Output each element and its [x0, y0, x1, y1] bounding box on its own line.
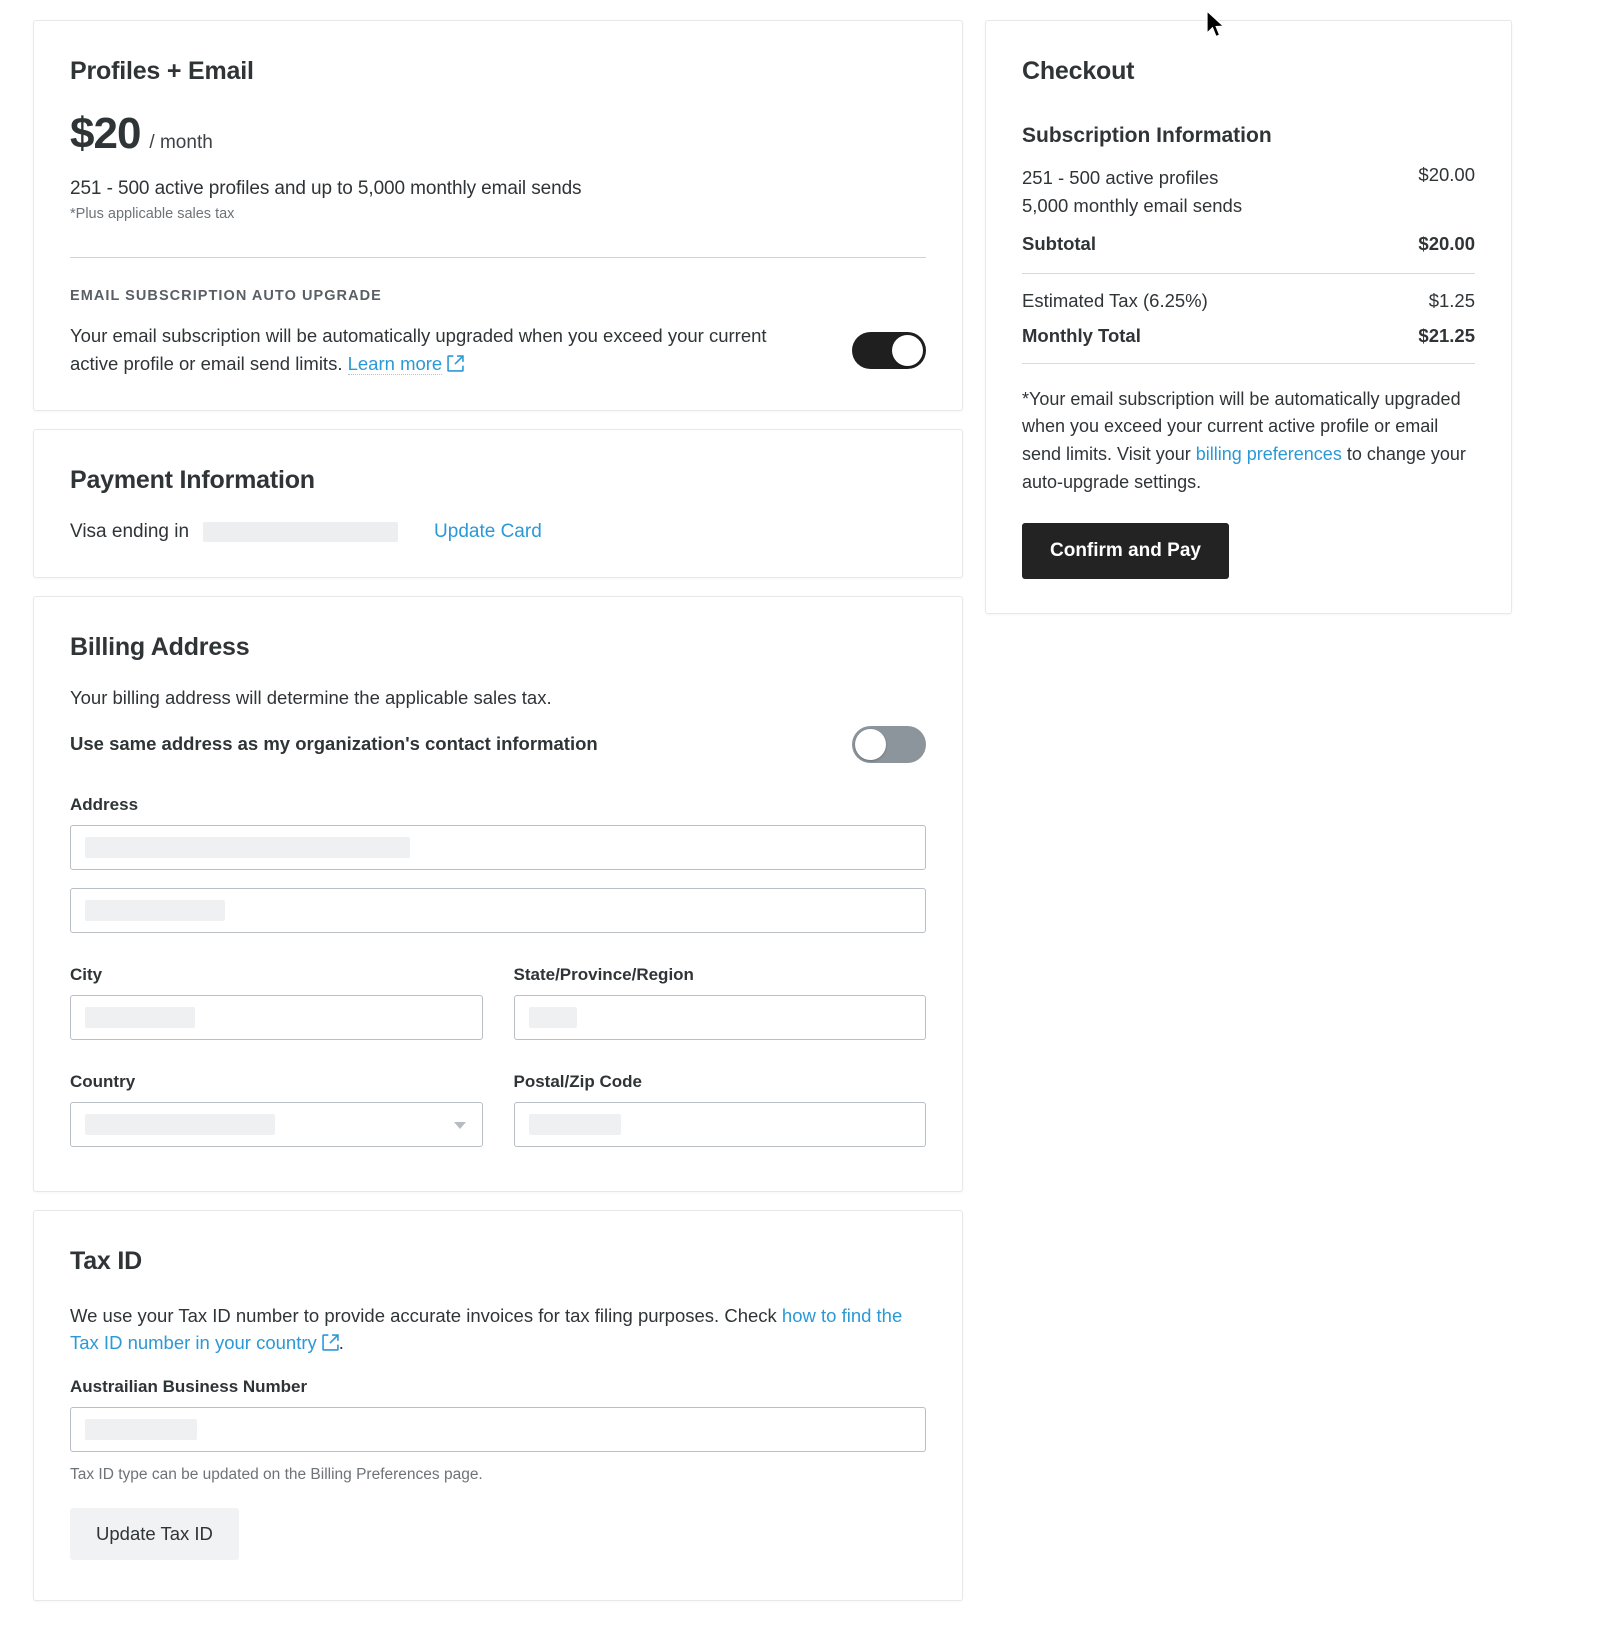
state-label: State/Province/Region [513, 964, 694, 984]
same-address-toggle[interactable] [852, 725, 926, 763]
city-label: City [70, 964, 103, 984]
toggle-knob [892, 335, 923, 367]
tax-id-redacted [85, 1419, 197, 1440]
checkout-subtotal-amount: $20.00 [1418, 232, 1475, 254]
plan-divider [70, 257, 926, 258]
checkout-line-item-description: 251 - 500 active profiles 5,000 monthly … [1022, 164, 1242, 220]
subscription-information-heading: Subscription Information [1022, 124, 1272, 147]
right-column: Checkout Subscription Information 251 - … [985, 20, 1512, 1642]
address-line1-redacted [85, 836, 410, 858]
same-address-label: Use same address as my organization's co… [70, 733, 598, 754]
toggle-knob [855, 728, 886, 760]
checkout-total-label: Monthly Total [1022, 324, 1141, 346]
postal-label: Postal/Zip Code [513, 1071, 642, 1091]
billing-preferences-link[interactable]: billing preferences [1196, 444, 1342, 464]
learn-more-link[interactable]: Learn more [347, 352, 443, 375]
country-field-group: Country [70, 1072, 483, 1147]
state-input[interactable] [513, 994, 926, 1040]
plan-price-row: $20 / month [70, 112, 926, 156]
payment-card-digits-redacted [203, 521, 399, 542]
address-line1-input[interactable] [70, 824, 926, 870]
update-card-link[interactable]: Update Card [434, 521, 542, 543]
checkout-line-item-desc1: 251 - 500 active profiles [1022, 167, 1219, 188]
tax-id-description: We use your Tax ID number to provide acc… [70, 1302, 926, 1360]
payment-card-row: Visa ending in Update Card [70, 521, 926, 543]
tax-id-description-part1: We use your Tax ID number to provide acc… [70, 1304, 782, 1326]
checkout-line-item-amount: $20.00 [1418, 164, 1475, 185]
plan-price-period: / month [149, 132, 213, 153]
tax-id-field-label: Austrailian Business Number [70, 1377, 308, 1396]
payment-card-label: Visa ending in [70, 520, 190, 542]
tax-id-helper-text: Tax ID type can be updated on the Billin… [70, 1466, 483, 1483]
address-label: Address [70, 794, 139, 814]
checkout-line-item-desc2: 5,000 monthly email sends [1022, 194, 1243, 216]
checkout-divider-2 [1022, 362, 1475, 364]
country-label: Country [70, 1071, 136, 1091]
auto-upgrade-toggle[interactable] [852, 332, 926, 370]
address-field-group: Address [70, 795, 926, 933]
external-link-icon [447, 352, 464, 380]
checkout-total-amount: $21.25 [1418, 324, 1475, 346]
plan-description: 251 - 500 active profiles and up to 5,00… [70, 178, 582, 199]
checkout-divider-1 [1022, 272, 1475, 274]
plan-tax-note: *Plus applicable sales tax [70, 206, 235, 222]
tax-id-title: Tax ID [70, 1246, 142, 1275]
checkout-tax-row: Estimated Tax (6.25%) $1.25 [1022, 290, 1475, 312]
update-tax-id-button[interactable]: Update Tax ID [70, 1508, 239, 1560]
city-input[interactable] [70, 994, 483, 1040]
state-redacted [528, 1006, 577, 1028]
same-address-row: Use same address as my organization's co… [70, 725, 926, 763]
tax-id-input[interactable] [70, 1407, 926, 1452]
country-postal-row: Country Postal/Zip Code [70, 1072, 926, 1147]
country-redacted [85, 1113, 275, 1135]
billing-checkout-page: Profiles + Email $20 / month 251 - 500 a… [0, 0, 1610, 1642]
tax-id-description-part2: . [338, 1332, 344, 1354]
checkout-subtotal-label: Subtotal [1022, 232, 1096, 254]
plan-price-amount: $20 [70, 109, 141, 158]
payment-information-card: Payment Information Visa ending in Updat… [33, 428, 963, 578]
auto-upgrade-row: Your email subscription will be automati… [70, 322, 926, 380]
city-state-row: City State/Province/Region [70, 965, 926, 1040]
billing-address-title: Billing Address [70, 632, 250, 661]
checkout-card: Checkout Subscription Information 251 - … [985, 20, 1512, 615]
external-link-icon [322, 1331, 339, 1359]
auto-upgrade-description: Your email subscription will be automati… [70, 322, 815, 380]
state-field-group: State/Province/Region [513, 964, 926, 1040]
checkout-tax-label: Estimated Tax (6.25%) [1022, 289, 1208, 311]
postal-field-group: Postal/Zip Code [513, 1071, 926, 1147]
checkout-total-row: Monthly Total $21.25 [1022, 325, 1475, 347]
address-line2-redacted [85, 899, 225, 921]
billing-address-card: Billing Address Your billing address wil… [33, 595, 963, 1192]
mouse-cursor [1205, 9, 1227, 45]
tax-id-card: Tax ID We use your Tax ID number to prov… [33, 1209, 963, 1601]
checkout-tax-amount: $1.25 [1428, 289, 1475, 311]
payment-information-title: Payment Information [70, 465, 315, 494]
country-select[interactable] [70, 1101, 483, 1147]
postal-redacted [528, 1113, 621, 1135]
checkout-line-item: 251 - 500 active profiles 5,000 monthly … [1022, 164, 1475, 220]
checkout-auto-upgrade-note: *Your email subscription will be automat… [1022, 386, 1475, 498]
city-redacted [85, 1006, 195, 1028]
address-line2-input[interactable] [70, 887, 926, 933]
postal-input[interactable] [513, 1101, 926, 1147]
confirm-and-pay-button[interactable]: Confirm and Pay [1022, 523, 1229, 580]
billing-address-description: Your billing address will determine the … [70, 686, 552, 708]
checkout-title: Checkout [1022, 57, 1135, 85]
auto-upgrade-heading: EMAIL SUBSCRIPTION AUTO UPGRADE [70, 288, 382, 304]
left-column: Profiles + Email $20 / month 251 - 500 a… [33, 20, 963, 1642]
checkout-subtotal-row: Subtotal $20.00 [1022, 233, 1475, 255]
plan-summary-card: Profiles + Email $20 / month 251 - 500 a… [33, 20, 963, 411]
plan-title: Profiles + Email [70, 57, 254, 85]
city-field-group: City [70, 965, 483, 1040]
